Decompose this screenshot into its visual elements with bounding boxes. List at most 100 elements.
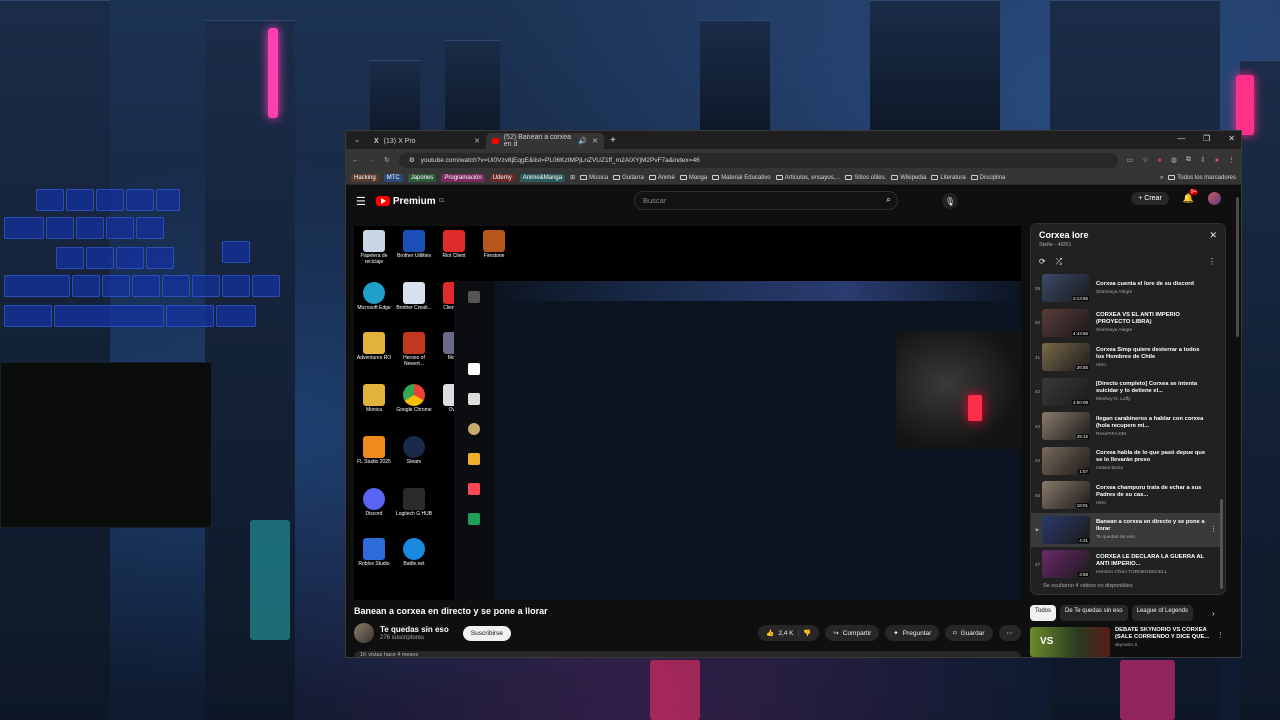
chip-channel[interactable]: De Te quedas sin eso	[1060, 605, 1128, 621]
bookmark-folder[interactable]: Manga	[679, 175, 707, 181]
playlist-item[interactable]: 47 3:58 CORXEA LE DECLARA LA GUERRA AL ANT…	[1031, 547, 1221, 581]
search-input[interactable]: Buscar ⌕	[634, 191, 898, 210]
reload-icon[interactable]: ↻	[384, 156, 390, 164]
playlist-item[interactable]: 41 26:55 Corxea Simp quiere desterrar a to…	[1031, 340, 1221, 375]
bookmark-folder[interactable]: Disciplina	[970, 175, 1005, 181]
bookmarks-overflow-icon[interactable]: »	[1160, 175, 1163, 181]
playlist-item-title[interactable]: Corxea champuru trata de echar a sus Pad…	[1096, 485, 1206, 499]
more-vert-icon[interactable]: ⋮	[1208, 257, 1216, 266]
youtube-logo[interactable]: Premium CL	[375, 196, 445, 207]
extension-icon[interactable]: ●	[1158, 157, 1162, 164]
bookmark-chip[interactable]: Programación	[441, 173, 485, 182]
audio-icon[interactable]: 🔊	[578, 137, 587, 145]
cast-icon[interactable]: ▭	[1127, 156, 1134, 164]
back-icon[interactable]: ←	[352, 157, 359, 164]
tab-youtube[interactable]: (52) Banean a corxea en d 🔊 ✕	[486, 133, 604, 149]
chevron-right-icon[interactable]: ›	[1212, 609, 1215, 618]
recommended-thumbnail[interactable]: VS	[1030, 627, 1110, 657]
playlist-thumbnail[interactable]: 4:31	[1042, 515, 1090, 544]
loop-icon[interactable]: ⟳	[1039, 257, 1046, 267]
browser-menu-icon[interactable]: ⋮	[1228, 156, 1235, 164]
playlist-thumbnail[interactable]: 4:43:56	[1042, 308, 1090, 337]
bookmark-star-icon[interactable]: ☆	[1142, 156, 1148, 164]
profile-icon[interactable]: ●	[1215, 157, 1219, 164]
playlist-thumbnail[interactable]: 26:55	[1042, 343, 1090, 372]
all-bookmarks[interactable]: Todos los marcadores	[1168, 175, 1236, 181]
playlist-item-title[interactable]: Corxea habla de lo que pasó depue que se…	[1096, 450, 1206, 464]
playlist-item-title[interactable]: Corxea cuenta el lore de su discord	[1096, 281, 1206, 288]
playlist-item[interactable]: 43 29:16 llegan carabineros a hablar con c…	[1031, 409, 1221, 444]
playlist-thumbnail[interactable]: 4:00:09	[1042, 377, 1090, 406]
close-tab-icon[interactable]: ✕	[474, 137, 480, 145]
bookmark-folder[interactable]: Animé	[648, 175, 675, 181]
bookmark-chip[interactable]: Hacking	[351, 173, 379, 182]
ask-button[interactable]: ✦ Preguntar	[885, 625, 940, 641]
chip-todos[interactable]: Todos	[1030, 605, 1057, 621]
close-icon[interactable]: ✕	[1209, 230, 1217, 241]
recommended-video[interactable]: VS DEBATE SKYNORIO VS CORXEA (SALE CORRI…	[1030, 627, 1226, 657]
playlist-thumbnail[interactable]: 1:57	[1042, 446, 1090, 475]
playlist-title[interactable]: Corxea lore	[1039, 230, 1217, 240]
playlist-item-title[interactable]: Banean a corxea en directo y se pone a l…	[1096, 519, 1206, 533]
save-button[interactable]: ⌑ Guardar	[945, 625, 993, 641]
playlist-thumbnail[interactable]: 3:13:56	[1042, 274, 1090, 303]
forward-icon[interactable]: →	[368, 157, 375, 164]
tab-search-icon[interactable]: ⌄	[346, 136, 368, 144]
playlist-item[interactable]: 45 18:01 Corxea champuru trata de echar a …	[1031, 478, 1221, 513]
description-box[interactable]: 1K vistas hace 4 meses	[354, 651, 1021, 657]
create-button[interactable]: + Crear	[1131, 192, 1169, 205]
bookmark-folder[interactable]: Artículos, ensayos,...	[775, 175, 840, 181]
playlist-thumbnail[interactable]: 18:01	[1042, 481, 1090, 510]
playlist-item[interactable]: 39 3:13:56 Corxea cuenta el lore de su dis…	[1031, 271, 1221, 306]
extensions-puzzle-icon[interactable]: ⧉	[1186, 156, 1191, 164]
playlist-item-title[interactable]: llegan carabineros a hablar con corxea (…	[1096, 416, 1206, 430]
playlist-scrollbar[interactable]	[1220, 499, 1223, 589]
bookmark-chip[interactable]: Udemy	[489, 173, 515, 182]
playlist-item-title[interactable]: Corxea Simp quiere desterrar a todos los…	[1096, 347, 1206, 361]
search-icon[interactable]: ⌕	[886, 194, 891, 205]
bookmark-folder[interactable]: Sitios útiles.	[845, 175, 886, 181]
more-vert-icon[interactable]: ⋮	[1217, 631, 1224, 639]
notifications-bell-icon[interactable]: 🔔 9+	[1183, 189, 1199, 204]
bookmark-folder[interactable]: Música	[580, 175, 608, 181]
video-player[interactable]: Papelera de reciclaje Brother Utilities …	[354, 226, 1021, 600]
bookmark-folder[interactable]: Material Educativo	[712, 175, 771, 181]
playlist-item[interactable]: 42 4:00:09 [Directo completo] Corxea se in…	[1031, 375, 1221, 410]
bookmark-chip[interactable]: Anime&Manga	[519, 173, 566, 182]
recommended-title[interactable]: DEBATE SKYNORIO VS CORXEA (SALE CORRIEND…	[1115, 627, 1215, 641]
playlist-item[interactable]: 44 1:57 Corxea habla de lo que pasó depue …	[1031, 444, 1221, 479]
share-button[interactable]: ↪ Compartir	[825, 625, 880, 641]
apps-grid-icon[interactable]: ⊞	[570, 174, 575, 181]
minimize-icon[interactable]: —	[1177, 134, 1185, 143]
channel-avatar[interactable]	[354, 623, 374, 643]
maximize-icon[interactable]: ❐	[1203, 134, 1210, 143]
new-tab-icon[interactable]: +	[610, 135, 616, 146]
playlist-item-title[interactable]: [Directo completo] Corxea se intenta sui…	[1096, 381, 1206, 395]
bookmark-chip[interactable]: MTC	[383, 173, 403, 182]
subscribe-button[interactable]: Suscribirse	[462, 625, 511, 641]
avatar[interactable]	[1208, 192, 1221, 205]
chip-league[interactable]: League of Legends	[1131, 605, 1194, 621]
playlist-item[interactable]: 40 4:43:56 CORXEA VS EL ANTI IMPERIO (PROY…	[1031, 306, 1221, 341]
microphone-icon[interactable]: 🎙	[942, 193, 958, 209]
bookmark-folder[interactable]: Guitarra	[613, 175, 644, 181]
bookmark-folder[interactable]: Wikipedia	[891, 175, 926, 181]
more-vert-icon[interactable]: ⋮	[1210, 525, 1217, 533]
playlist-item[interactable]: ▶ 4:31 Banean a corxea en directo y se pon…	[1031, 512, 1221, 547]
close-window-icon[interactable]: ✕	[1228, 134, 1235, 143]
site-info-icon[interactable]: ⚙	[409, 156, 415, 164]
bookmark-chip[interactable]: Japones	[407, 173, 437, 182]
playlist-thumbnail[interactable]: 29:16	[1042, 412, 1090, 441]
more-actions-icon[interactable]: ⋯	[998, 625, 1021, 641]
shuffle-icon[interactable]: ⤮	[1056, 257, 1062, 267]
hamburger-menu-icon[interactable]: ☰	[356, 195, 366, 208]
playlist-item-title[interactable]: CORXEA LE DECLARA LA GUERRA AL ANTI IMPE…	[1096, 554, 1206, 568]
like-button[interactable]: 👍 2,4 K | 👎	[758, 625, 820, 641]
thumbs-down-icon[interactable]: 👎	[803, 629, 811, 637]
url-field[interactable]: ⚙ youtube.com/watch?v=Ui0Vzv8jEqgE&list=…	[398, 152, 1118, 168]
channel-name[interactable]: Te quedas sin eso	[380, 625, 449, 634]
close-tab-icon[interactable]: ✕	[592, 137, 598, 145]
playlist-item-title[interactable]: CORXEA VS EL ANTI IMPERIO (PROYECTO LIBR…	[1096, 312, 1206, 326]
playlist-thumbnail[interactable]: 3:58	[1042, 550, 1090, 579]
bookmark-folder[interactable]: Literatura	[931, 175, 966, 181]
